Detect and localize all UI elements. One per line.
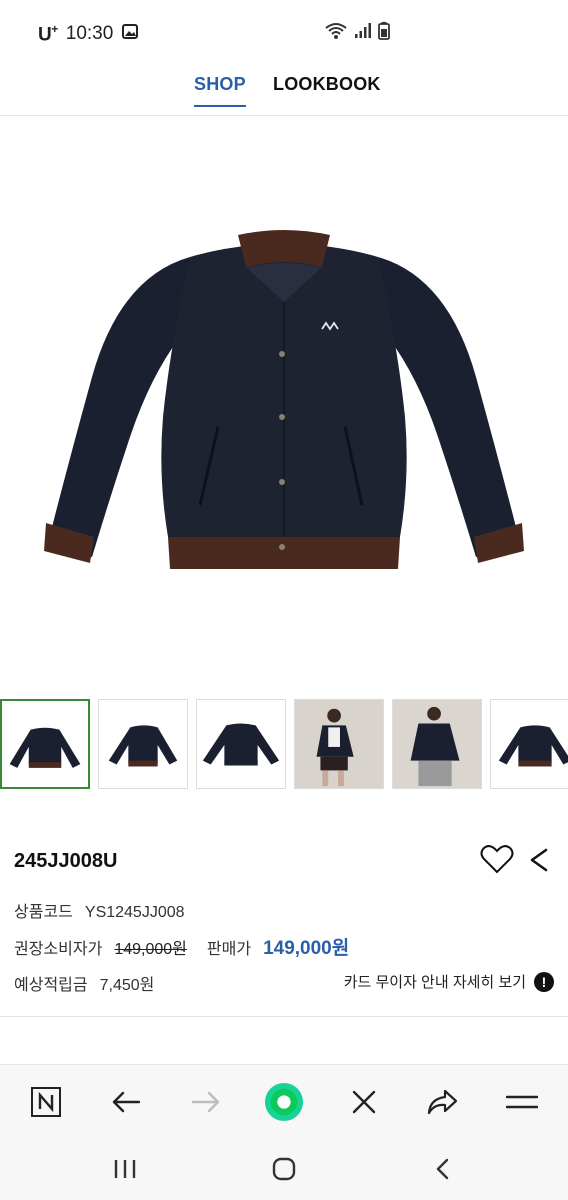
status-left: U+ 10:30 [38,22,139,46]
thumbnail-6[interactable] [490,699,568,789]
signal-icon [354,23,372,44]
battery-icon [378,22,390,45]
thumbnail-2[interactable] [98,699,188,789]
thumbnail-4[interactable] [294,699,384,789]
share-icon[interactable] [526,846,552,874]
close-icon[interactable] [344,1082,384,1122]
arrow-left-icon[interactable] [106,1082,146,1122]
info-icon: ! [534,971,554,992]
green-circle-icon[interactable] [264,1082,304,1122]
thumbnail-5[interactable] [392,699,482,789]
product-code-value: YS1245JJ008 [84,904,185,921]
msrp-label: 권장소비자가 [14,941,103,958]
product-code-row: 상품코드 YS1245JJ008 [14,898,185,922]
gallery-notification-icon [122,23,139,45]
carrier-label: U+ [38,22,58,46]
card-installment-link[interactable]: 카드 무이자 안내 자세히 보기 ! [344,971,554,992]
heart-icon[interactable] [480,844,514,876]
price-row: 권장소비자가 149,000원 판매가 149,000원 [14,933,349,960]
thumbnail-3[interactable] [196,699,286,789]
thumbnail-1[interactable] [0,699,90,789]
share-arrow-icon[interactable] [422,1082,462,1122]
menu-icon[interactable] [502,1082,542,1122]
tab-lookbook[interactable]: LOOKBOOK [273,74,381,95]
product-main-image[interactable] [0,117,568,692]
naver-n-icon[interactable] [26,1082,66,1122]
wifi-icon [324,22,348,45]
msrp-value: 149,000원 [114,941,187,958]
system-navigation [0,1138,568,1200]
sale-price-value: 149,000원 [263,938,350,959]
sale-price-label: 판매가 [206,941,252,958]
points-label: 예상적립금 [14,977,88,994]
thumbnail-strip [0,699,568,789]
back-icon[interactable] [428,1154,458,1184]
clock: 10:30 [65,23,114,45]
status-right [324,22,390,45]
section-divider [0,1016,568,1017]
arrow-right-icon[interactable] [186,1082,226,1122]
browser-toolbar [0,1064,568,1138]
home-icon[interactable] [269,1154,299,1184]
card-installment-label: 카드 무이자 안내 자세히 보기 [343,974,526,991]
product-name: 245JJ008U [14,850,118,872]
tab-shop[interactable]: SHOP [194,74,246,107]
points-value: 7,450원 [99,977,155,994]
jacket-image [44,230,524,569]
recent-apps-icon[interactable] [110,1154,140,1184]
points-row: 예상적립금 7,450원 [14,971,154,995]
product-code-label: 상품코드 [14,904,73,921]
top-tabs: SHOP LOOKBOOK [0,66,568,116]
status-bar: U+ 10:30 [0,0,568,66]
